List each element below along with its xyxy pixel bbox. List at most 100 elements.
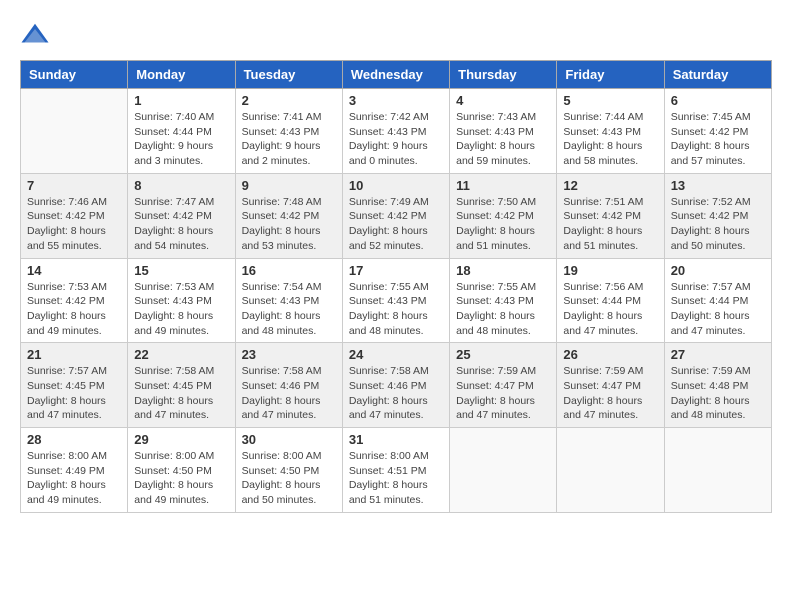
day-info: Sunrise: 7:45 AMSunset: 4:42 PMDaylight:…: [671, 110, 765, 169]
day-number: 31: [349, 432, 443, 447]
calendar-cell: 25Sunrise: 7:59 AMSunset: 4:47 PMDayligh…: [450, 343, 557, 428]
day-number: 2: [242, 93, 336, 108]
calendar-cell: 8 Sunrise: 7:47 AMSunset: 4:42 PMDaylight…: [128, 173, 235, 258]
day-info: Sunrise: 7:44 AMSunset: 4:43 PMDaylight:…: [563, 110, 657, 169]
logo: [20, 20, 54, 50]
day-info: Sunrise: 7:59 AMSunset: 4:48 PMDaylight:…: [671, 364, 765, 423]
day-info: Sunrise: 7:53 AMSunset: 4:42 PMDaylight:…: [27, 280, 121, 339]
calendar-cell: 14 Sunrise: 7:53 AMSunset: 4:42 PMDayligh…: [21, 258, 128, 343]
calendar-cell: [450, 428, 557, 513]
day-number: 3: [349, 93, 443, 108]
calendar-week-row: 21 Sunrise: 7:57 AMSunset: 4:45 PMDayligh…: [21, 343, 772, 428]
day-info: Sunrise: 7:46 AMSunset: 4:42 PMDaylight:…: [27, 195, 121, 254]
day-number: 11: [456, 178, 550, 193]
calendar-cell: [664, 428, 771, 513]
day-header-thursday: Thursday: [450, 61, 557, 89]
calendar-cell: 12 Sunrise: 7:51 AMSunset: 4:42 PMDayligh…: [557, 173, 664, 258]
day-info: Sunrise: 7:43 AMSunset: 4:43 PMDaylight:…: [456, 110, 550, 169]
day-number: 7: [27, 178, 121, 193]
day-number: 12: [563, 178, 657, 193]
calendar-week-row: 28 Sunrise: 8:00 AMSunset: 4:49 PMDayligh…: [21, 428, 772, 513]
calendar-cell: 2 Sunrise: 7:41 AMSunset: 4:43 PMDaylight…: [235, 89, 342, 174]
calendar-cell: 10Sunrise: 7:49 AMSunset: 4:42 PMDayligh…: [342, 173, 449, 258]
day-number: 8: [134, 178, 228, 193]
calendar-week-row: 14 Sunrise: 7:53 AMSunset: 4:42 PMDayligh…: [21, 258, 772, 343]
day-number: 23: [242, 347, 336, 362]
day-info: Sunrise: 7:56 AMSunset: 4:44 PMDaylight:…: [563, 280, 657, 339]
calendar-cell: 7 Sunrise: 7:46 AMSunset: 4:42 PMDaylight…: [21, 173, 128, 258]
calendar-header-row: SundayMondayTuesdayWednesdayThursdayFrid…: [21, 61, 772, 89]
day-number: 17: [349, 263, 443, 278]
day-number: 27: [671, 347, 765, 362]
day-number: 14: [27, 263, 121, 278]
calendar-cell: 26Sunrise: 7:59 AMSunset: 4:47 PMDayligh…: [557, 343, 664, 428]
day-info: Sunrise: 7:58 AMSunset: 4:46 PMDaylight:…: [349, 364, 443, 423]
day-number: 20: [671, 263, 765, 278]
day-number: 5: [563, 93, 657, 108]
calendar-cell: 5 Sunrise: 7:44 AMSunset: 4:43 PMDaylight…: [557, 89, 664, 174]
calendar-cell: 29Sunrise: 8:00 AMSunset: 4:50 PMDayligh…: [128, 428, 235, 513]
calendar-cell: 18 Sunrise: 7:55 AMSunset: 4:43 PMDayligh…: [450, 258, 557, 343]
day-number: 13: [671, 178, 765, 193]
day-number: 18: [456, 263, 550, 278]
day-info: Sunrise: 7:57 AMSunset: 4:44 PMDaylight:…: [671, 280, 765, 339]
day-number: 19: [563, 263, 657, 278]
day-header-tuesday: Tuesday: [235, 61, 342, 89]
day-info: Sunrise: 7:55 AMSunset: 4:43 PMDaylight:…: [456, 280, 550, 339]
calendar-cell: 28 Sunrise: 8:00 AMSunset: 4:49 PMDayligh…: [21, 428, 128, 513]
day-info: Sunrise: 8:00 AMSunset: 4:49 PMDaylight:…: [27, 449, 121, 508]
calendar-cell: 17 Sunrise: 7:55 AMSunset: 4:43 PMDayligh…: [342, 258, 449, 343]
day-info: Sunrise: 7:41 AMSunset: 4:43 PMDaylight:…: [242, 110, 336, 169]
day-info: Sunrise: 8:00 AMSunset: 4:50 PMDaylight:…: [242, 449, 336, 508]
calendar-week-row: 7 Sunrise: 7:46 AMSunset: 4:42 PMDaylight…: [21, 173, 772, 258]
calendar-cell: 16Sunrise: 7:54 AMSunset: 4:43 PMDayligh…: [235, 258, 342, 343]
day-info: Sunrise: 7:42 AMSunset: 4:43 PMDaylight:…: [349, 110, 443, 169]
day-info: Sunrise: 8:00 AMSunset: 4:50 PMDaylight:…: [134, 449, 228, 508]
logo-icon: [20, 20, 50, 50]
day-header-sunday: Sunday: [21, 61, 128, 89]
calendar-cell: 3 Sunrise: 7:42 AMSunset: 4:43 PMDaylight…: [342, 89, 449, 174]
day-number: 15: [134, 263, 228, 278]
day-info: Sunrise: 7:52 AMSunset: 4:42 PMDaylight:…: [671, 195, 765, 254]
day-info: Sunrise: 7:58 AMSunset: 4:46 PMDaylight:…: [242, 364, 336, 423]
day-number: 28: [27, 432, 121, 447]
day-info: Sunrise: 7:47 AMSunset: 4:42 PMDaylight:…: [134, 195, 228, 254]
day-header-monday: Monday: [128, 61, 235, 89]
day-info: Sunrise: 7:48 AMSunset: 4:42 PMDaylight:…: [242, 195, 336, 254]
day-info: Sunrise: 7:55 AMSunset: 4:43 PMDaylight:…: [349, 280, 443, 339]
day-number: 6: [671, 93, 765, 108]
calendar-cell: 19 Sunrise: 7:56 AMSunset: 4:44 PMDayligh…: [557, 258, 664, 343]
calendar-cell: [21, 89, 128, 174]
day-number: 21: [27, 347, 121, 362]
calendar-cell: 23 Sunrise: 7:58 AMSunset: 4:46 PMDayligh…: [235, 343, 342, 428]
calendar-cell: 22 Sunrise: 7:58 AMSunset: 4:45 PMDayligh…: [128, 343, 235, 428]
day-number: 24: [349, 347, 443, 362]
day-info: Sunrise: 7:57 AMSunset: 4:45 PMDaylight:…: [27, 364, 121, 423]
calendar-cell: 27 Sunrise: 7:59 AMSunset: 4:48 PMDayligh…: [664, 343, 771, 428]
calendar-cell: 11Sunrise: 7:50 AMSunset: 4:42 PMDayligh…: [450, 173, 557, 258]
calendar-week-row: 1Sunrise: 7:40 AMSunset: 4:44 PMDaylight…: [21, 89, 772, 174]
calendar-cell: 6 Sunrise: 7:45 AMSunset: 4:42 PMDaylight…: [664, 89, 771, 174]
calendar-table: SundayMondayTuesdayWednesdayThursdayFrid…: [20, 60, 772, 513]
calendar-cell: 4 Sunrise: 7:43 AMSunset: 4:43 PMDaylight…: [450, 89, 557, 174]
day-number: 10: [349, 178, 443, 193]
day-number: 22: [134, 347, 228, 362]
day-header-saturday: Saturday: [664, 61, 771, 89]
day-number: 9: [242, 178, 336, 193]
day-number: 4: [456, 93, 550, 108]
calendar-cell: 21 Sunrise: 7:57 AMSunset: 4:45 PMDayligh…: [21, 343, 128, 428]
calendar-cell: 1Sunrise: 7:40 AMSunset: 4:44 PMDaylight…: [128, 89, 235, 174]
day-header-friday: Friday: [557, 61, 664, 89]
day-number: 26: [563, 347, 657, 362]
day-number: 30: [242, 432, 336, 447]
day-info: Sunrise: 7:40 AMSunset: 4:44 PMDaylight:…: [134, 110, 228, 169]
calendar-cell: 24 Sunrise: 7:58 AMSunset: 4:46 PMDayligh…: [342, 343, 449, 428]
day-info: Sunrise: 7:54 AMSunset: 4:43 PMDaylight:…: [242, 280, 336, 339]
day-header-wednesday: Wednesday: [342, 61, 449, 89]
day-info: Sunrise: 8:00 AMSunset: 4:51 PMDaylight:…: [349, 449, 443, 508]
day-number: 25: [456, 347, 550, 362]
day-info: Sunrise: 7:51 AMSunset: 4:42 PMDaylight:…: [563, 195, 657, 254]
day-info: Sunrise: 7:58 AMSunset: 4:45 PMDaylight:…: [134, 364, 228, 423]
calendar-cell: 15 Sunrise: 7:53 AMSunset: 4:43 PMDayligh…: [128, 258, 235, 343]
day-info: Sunrise: 7:53 AMSunset: 4:43 PMDaylight:…: [134, 280, 228, 339]
